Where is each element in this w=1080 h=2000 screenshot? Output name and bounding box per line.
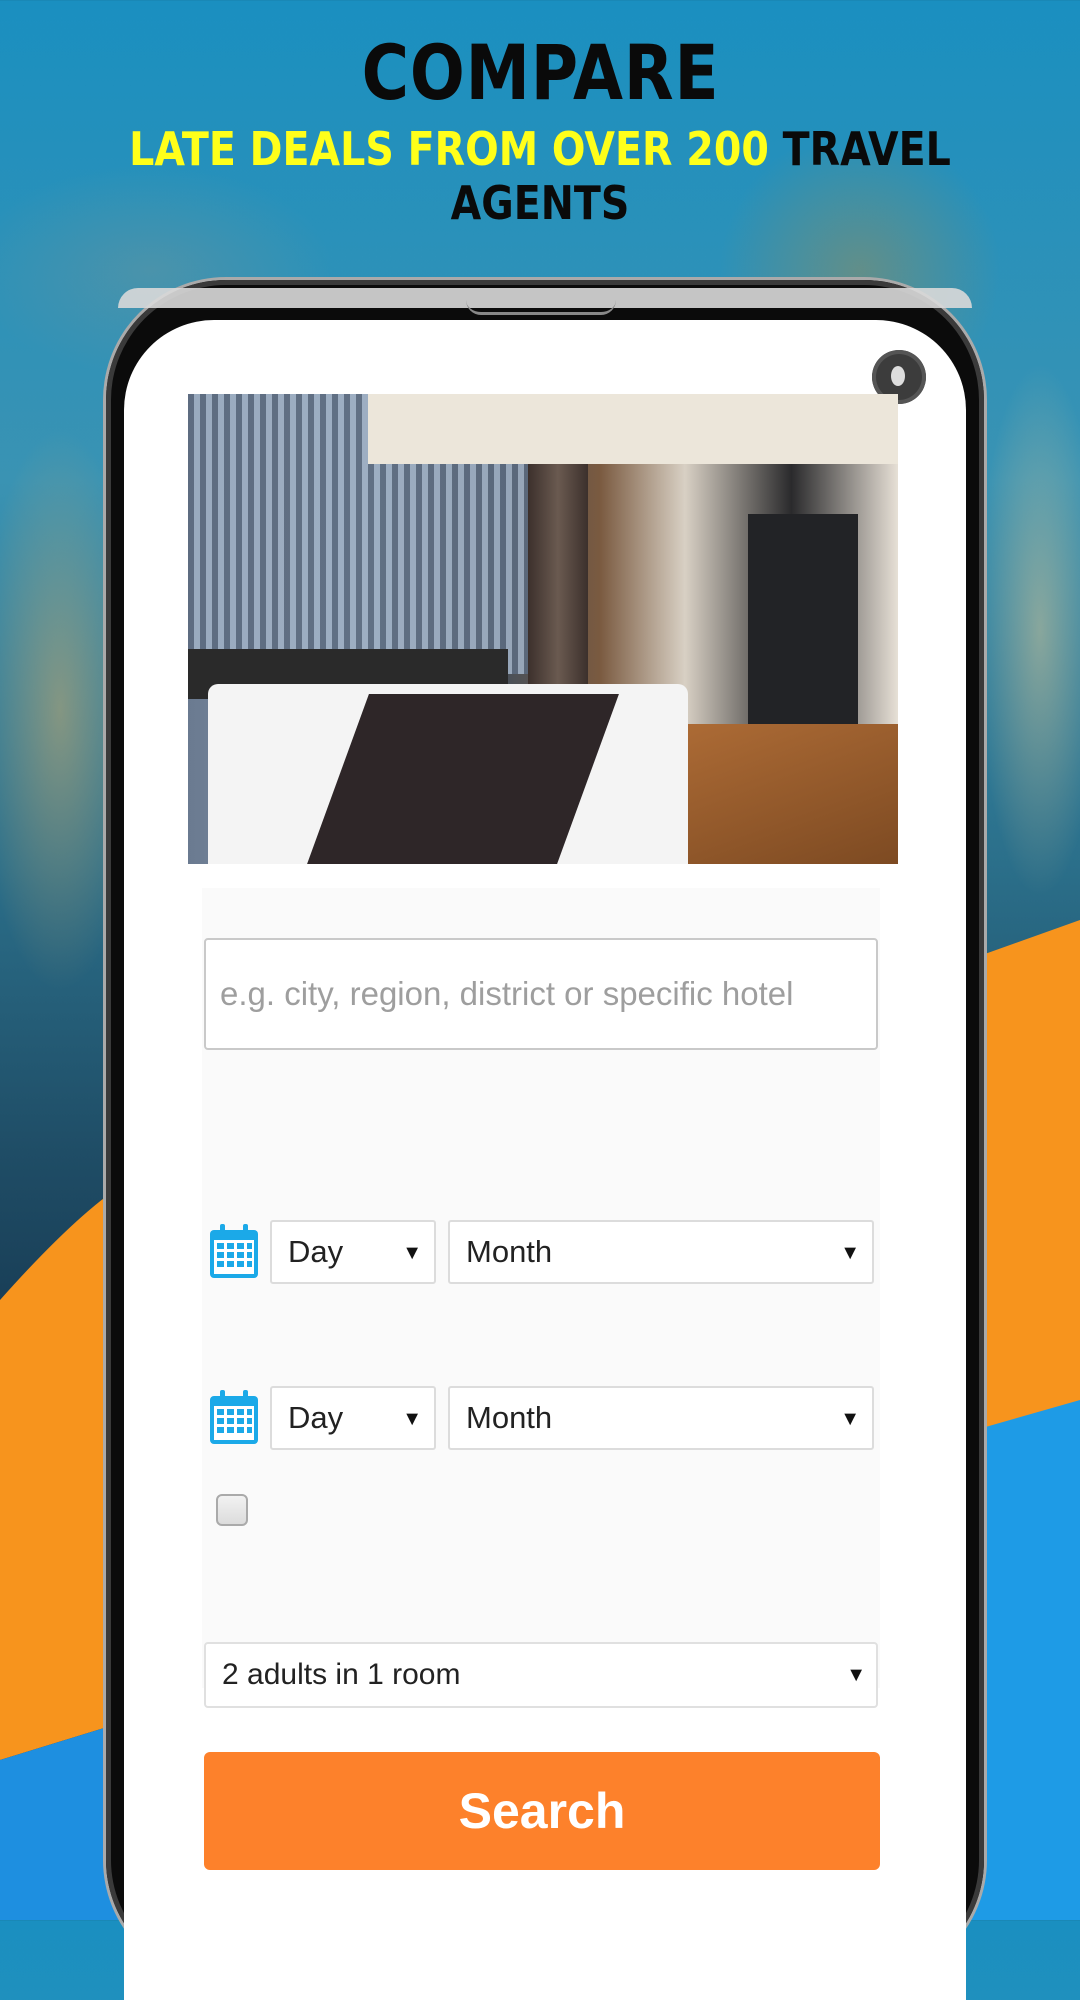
guests-value: 2 adults in 1 room: [222, 1658, 461, 1691]
checkin-month-select[interactable]: Month ▼: [448, 1220, 874, 1284]
checkin-day-select[interactable]: Day ▼: [270, 1220, 436, 1284]
checkin-month-value: Month: [466, 1234, 553, 1269]
subtitle-highlight: LATE DEALS FROM OVER 200: [129, 122, 769, 176]
calendar-icon[interactable]: [208, 1388, 260, 1446]
destination-input[interactable]: [204, 938, 878, 1050]
photo-door: [748, 514, 858, 744]
headline: COMPARE: [0, 28, 1080, 117]
photo-ceiling: [368, 394, 898, 464]
chevron-down-icon: ▼: [402, 1242, 422, 1264]
no-dates-checkbox[interactable]: [216, 1494, 248, 1526]
phone-frame: Day ▼ Month ▼ Day: [106, 280, 984, 2000]
checkout-day-value: Day: [288, 1400, 344, 1435]
chevron-down-icon: ▼: [402, 1408, 422, 1430]
checkin-day-value: Day: [288, 1234, 344, 1269]
calendar-icon[interactable]: [208, 1222, 260, 1280]
checkout-day-select[interactable]: Day ▼: [270, 1386, 436, 1450]
hotel-room-photo: [188, 394, 898, 864]
chevron-down-icon: ▼: [840, 1242, 860, 1264]
checkout-row: Day ▼ Month ▼: [208, 1386, 878, 1450]
search-button[interactable]: Search: [204, 1752, 880, 1870]
speaker-grille: [466, 300, 616, 315]
chevron-down-icon: ▼: [846, 1664, 866, 1686]
chevron-down-icon: ▼: [840, 1408, 860, 1430]
guests-select[interactable]: 2 adults in 1 room ▼: [204, 1642, 878, 1708]
headline-title: COMPARE: [361, 28, 719, 117]
checkout-month-value: Month: [466, 1400, 553, 1435]
checkin-row: Day ▼ Month ▼: [208, 1220, 878, 1284]
headline-subtitle: LATE DEALS FROM OVER 200 TRAVEL AGENTS: [76, 122, 1005, 230]
phone-screen: Day ▼ Month ▼ Day: [124, 320, 966, 2000]
checkout-month-select[interactable]: Month ▼: [448, 1386, 874, 1450]
